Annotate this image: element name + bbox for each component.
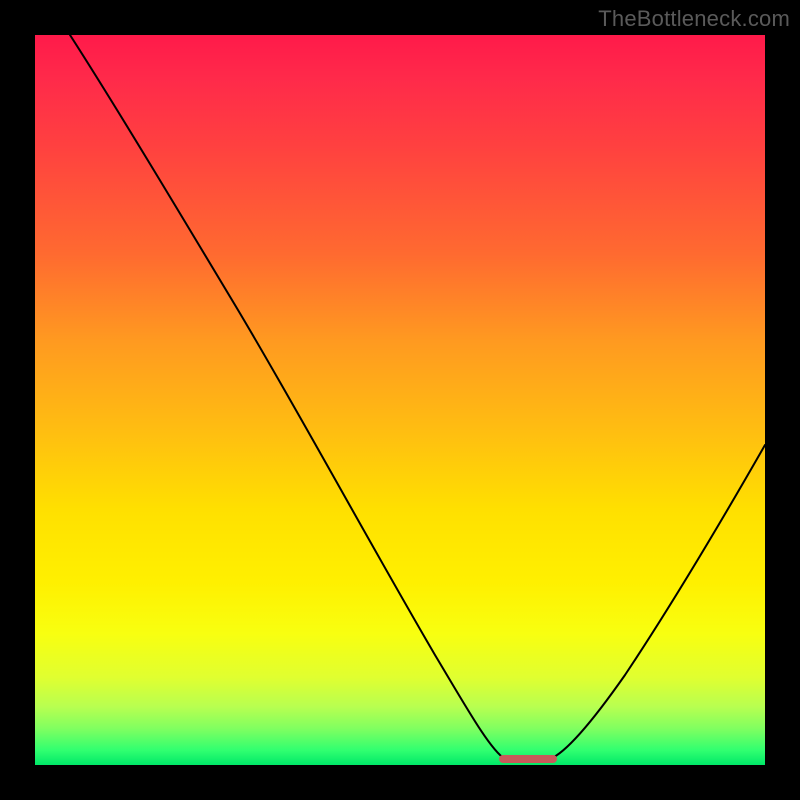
curve-layer — [35, 35, 765, 765]
site-credit: TheBottleneck.com — [598, 6, 790, 32]
bottleneck-curve — [70, 35, 765, 759]
chart-frame: TheBottleneck.com — [0, 0, 800, 800]
plot-area — [35, 35, 765, 765]
